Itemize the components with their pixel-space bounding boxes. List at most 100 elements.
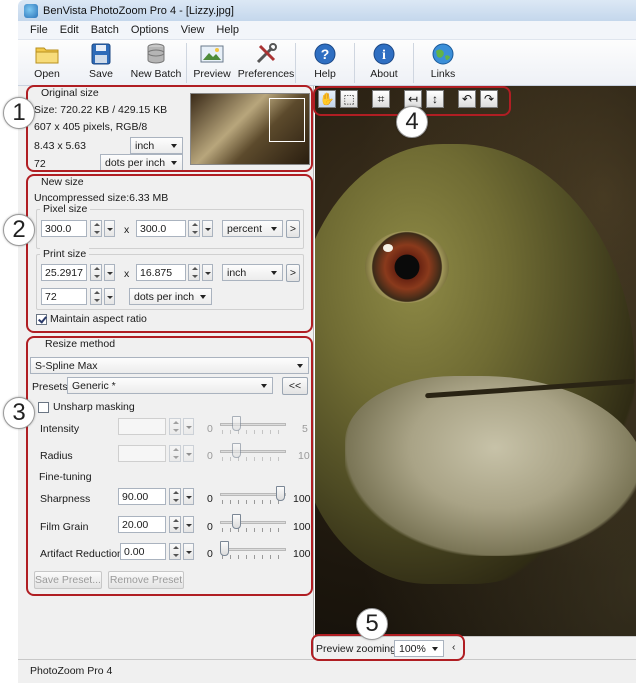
- print-more-button[interactable]: >: [286, 264, 300, 282]
- intensity-slider-track[interactable]: [220, 423, 286, 426]
- menu-help[interactable]: Help: [216, 24, 239, 36]
- radius-dropdown[interactable]: [183, 445, 194, 462]
- menu-view[interactable]: View: [181, 24, 205, 36]
- save-preset-button[interactable]: Save Preset...: [34, 571, 102, 589]
- artifact-reduction-slider-track[interactable]: [220, 548, 286, 551]
- artifact-reduction-input[interactable]: 0.00: [120, 543, 166, 560]
- sharpness-dropdown[interactable]: [183, 488, 194, 505]
- new-batch-button[interactable]: New Batch: [126, 40, 186, 86]
- hand-tool-icon[interactable]: ✋: [318, 90, 336, 108]
- sharpness-slider-thumb[interactable]: [275, 486, 285, 501]
- pixel-height-dropdown[interactable]: [202, 220, 213, 237]
- rotate-right-icon[interactable]: ↷: [480, 90, 498, 108]
- maintain-aspect-checkbox[interactable]: [36, 314, 47, 325]
- preferences-button[interactable]: Preferences: [237, 40, 295, 86]
- fine-tuning-label: Fine-tuning: [36, 471, 95, 483]
- print-height-input[interactable]: 16.875: [136, 264, 186, 281]
- print-resolution-dropdown[interactable]: [104, 288, 115, 305]
- print-resolution-input[interactable]: 72: [41, 288, 87, 305]
- image-preview[interactable]: [315, 86, 636, 636]
- intensity-spinner[interactable]: [169, 418, 181, 435]
- tools-gap: [448, 90, 454, 108]
- artifact-reduction-slider-ticks: [222, 555, 286, 559]
- artifact-reduction-dropdown[interactable]: [183, 543, 194, 560]
- marker-2: 2: [3, 214, 35, 246]
- original-pixel-dimensions: 607 x 405 pixels, RGB/8: [34, 121, 148, 133]
- print-unit-select[interactable]: inch: [222, 264, 283, 281]
- intensity-dropdown[interactable]: [183, 418, 194, 435]
- print-height-dropdown[interactable]: [202, 264, 213, 281]
- status-text: PhotoZoom Pro 4: [30, 665, 113, 677]
- print-width-dropdown[interactable]: [104, 264, 115, 281]
- radius-slider-track[interactable]: [220, 450, 286, 453]
- database-icon: [147, 43, 165, 64]
- save-button[interactable]: Save: [76, 40, 126, 86]
- radius-min: 0: [207, 450, 213, 462]
- links-button[interactable]: Links: [414, 40, 472, 86]
- film-grain-slider-track[interactable]: [220, 521, 286, 524]
- preview-button[interactable]: Preview: [187, 40, 237, 86]
- radius-input[interactable]: [118, 445, 166, 462]
- sharpness-min: 0: [207, 493, 213, 505]
- thumbnail-view-frame[interactable]: [269, 98, 305, 142]
- pixel-height-input[interactable]: 300.0: [136, 220, 186, 237]
- menu-edit[interactable]: Edit: [60, 24, 79, 36]
- main-toolbar: Open Save New Batch Preview Preferences …: [18, 40, 636, 86]
- pixel-more-button[interactable]: >: [286, 220, 300, 238]
- intensity-slider-thumb[interactable]: [232, 416, 241, 431]
- film-grain-dropdown[interactable]: [183, 516, 194, 533]
- print-resolution-spinner[interactable]: [90, 288, 102, 305]
- menu-file[interactable]: File: [30, 24, 48, 36]
- preview-zoom-select[interactable]: 100%: [394, 640, 444, 657]
- original-resolution: 72: [34, 158, 46, 170]
- marquee-tool-icon[interactable]: ⬚: [340, 90, 358, 108]
- crop-tool-icon[interactable]: ⌗: [372, 90, 390, 108]
- intensity-input[interactable]: [118, 418, 166, 435]
- remove-preset-button[interactable]: Remove Preset: [108, 571, 184, 589]
- flip-vertical-icon[interactable]: ↕: [426, 90, 444, 108]
- pixel-width-dropdown[interactable]: [104, 220, 115, 237]
- print-height-spinner[interactable]: [188, 264, 200, 281]
- film-grain-slider-thumb[interactable]: [232, 514, 242, 529]
- info-icon: i: [373, 43, 395, 65]
- radius-slider-thumb[interactable]: [232, 443, 241, 458]
- original-dims-unit-select[interactable]: inch: [130, 137, 183, 154]
- print-width-input[interactable]: 25.2917: [41, 264, 87, 281]
- original-res-unit-select[interactable]: dots per inch: [100, 154, 183, 171]
- film-grain-input[interactable]: 20.00: [118, 516, 166, 533]
- pixel-unit-select[interactable]: percent: [222, 220, 283, 237]
- title-bar: BenVista PhotoZoom Pro 4 - [Lizzy.jpg]: [18, 0, 636, 21]
- pixel-width-input[interactable]: 300.0: [41, 220, 87, 237]
- marker-3: 3: [3, 397, 35, 429]
- pixel-height-spinner[interactable]: [188, 220, 200, 237]
- sharpness-spinner[interactable]: [169, 488, 181, 505]
- rotate-left-icon[interactable]: ↶: [458, 90, 476, 108]
- menu-options[interactable]: Options: [131, 24, 169, 36]
- print-width-spinner[interactable]: [90, 264, 102, 281]
- artifact-reduction-spinner[interactable]: [169, 543, 181, 560]
- collapse-presets-button[interactable]: <<: [282, 377, 308, 395]
- print-res-unit-select[interactable]: dots per inch: [129, 288, 212, 305]
- resize-method-select[interactable]: S-Spline Max: [30, 357, 309, 374]
- original-print-dimensions: 8.43 x 5.63: [34, 140, 86, 152]
- help-button[interactable]: ? Help: [296, 40, 354, 86]
- artifact-reduction-max: 100: [293, 548, 311, 560]
- lizard-eye: [365, 231, 449, 303]
- film-grain-spinner[interactable]: [169, 516, 181, 533]
- maintain-aspect-label: Maintain aspect ratio: [50, 313, 147, 325]
- status-bar: PhotoZoom Pro 4: [18, 659, 636, 683]
- artifact-reduction-slider-thumb[interactable]: [220, 541, 229, 556]
- sharpness-input[interactable]: 90.00: [118, 488, 166, 505]
- image-thumbnail[interactable]: [190, 93, 310, 165]
- unsharp-masking-checkbox[interactable]: [38, 402, 49, 413]
- menu-batch[interactable]: Batch: [91, 24, 119, 36]
- radius-spinner[interactable]: [169, 445, 181, 462]
- presets-label: Presets:: [32, 381, 71, 393]
- presets-select[interactable]: Generic *: [67, 377, 273, 394]
- about-button[interactable]: i About: [355, 40, 413, 86]
- pixel-width-spinner[interactable]: [90, 220, 102, 237]
- scroll-left-arrow-icon[interactable]: ‹: [452, 641, 456, 653]
- tools-gap: [362, 90, 368, 108]
- times-sign: x: [124, 224, 130, 236]
- open-button[interactable]: Open: [18, 40, 76, 86]
